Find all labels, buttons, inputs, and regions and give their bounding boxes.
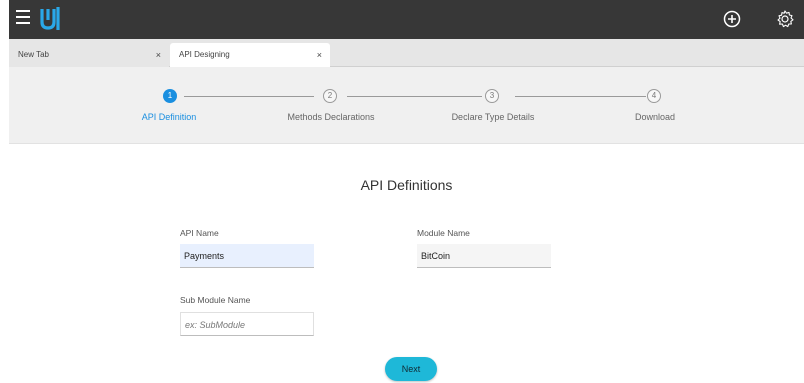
module-name-input[interactable]: BitCoin — [417, 244, 551, 268]
step-4-label[interactable]: Download — [635, 112, 675, 122]
app-logo-icon — [40, 7, 60, 30]
api-name-label: API Name — [180, 228, 219, 238]
step-4-indicator[interactable]: 4 — [647, 89, 661, 103]
api-definition-form: API Definitions API Name Payments Module… — [9, 144, 804, 383]
sub-module-name-input[interactable]: ex: SubModule — [180, 312, 314, 336]
next-button[interactable]: Next — [385, 357, 437, 381]
tab-new-tab[interactable]: New Tab × — [9, 43, 169, 67]
close-tab-icon[interactable]: × — [156, 43, 161, 67]
browser-tab-strip: New Tab × API Designing × — [9, 39, 804, 67]
app-window: New Tab × API Designing × 1 2 3 4 API De… — [0, 0, 804, 383]
step-3-indicator[interactable]: 3 — [485, 89, 499, 103]
window-edge — [0, 0, 9, 383]
step-1-label[interactable]: API Definition — [142, 112, 197, 122]
sub-module-name-label: Sub Module Name — [180, 295, 251, 305]
hamburger-menu-icon[interactable] — [13, 10, 33, 28]
stepper-connector — [184, 96, 314, 97]
add-circle-icon[interactable] — [723, 10, 741, 28]
step-2-label[interactable]: Methods Declarations — [287, 112, 374, 122]
step-3-label[interactable]: Declare Type Details — [452, 112, 535, 122]
gear-icon[interactable] — [775, 9, 795, 29]
step-1-indicator[interactable]: 1 — [163, 89, 177, 103]
tab-api-designing[interactable]: API Designing × — [170, 43, 330, 67]
page-title: API Definitions — [360, 177, 453, 193]
top-app-bar — [9, 0, 804, 39]
module-name-label: Module Name — [417, 228, 470, 238]
wizard-stepper: 1 2 3 4 API Definition Methods Declarati… — [9, 67, 804, 144]
stepper-connector — [347, 96, 482, 97]
stepper-connector — [515, 96, 646, 97]
close-tab-icon[interactable]: × — [317, 43, 322, 67]
api-name-input[interactable]: Payments — [180, 244, 314, 268]
tab-label: New Tab — [18, 50, 49, 59]
step-2-indicator[interactable]: 2 — [323, 89, 337, 103]
tab-label: API Designing — [179, 50, 230, 59]
